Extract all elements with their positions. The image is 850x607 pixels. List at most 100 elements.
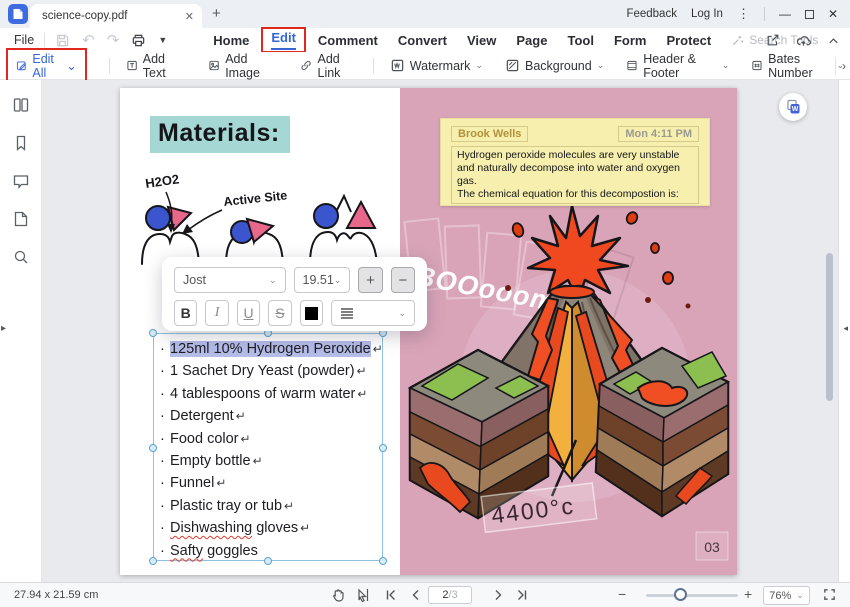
strikethrough-button[interactable]: S <box>268 300 291 326</box>
underline-button[interactable]: U <box>237 300 260 326</box>
materials-heading: Materials: <box>150 116 290 153</box>
pdf-page-right: BOOooom! <box>400 88 737 575</box>
more-menu-icon[interactable]: ⋮ <box>737 6 750 22</box>
print-icon[interactable] <box>131 33 146 48</box>
menu-item-comment[interactable]: Comment <box>308 31 388 50</box>
list-item[interactable]: ·Food color↵ <box>160 428 380 450</box>
sticky-note-comment[interactable]: Brook Wells Mon 4:11 PM Hydrogen peroxid… <box>440 118 710 206</box>
font-family-select[interactable]: Jost ⌄ <box>174 267 286 293</box>
collapse-panel-arrow[interactable]: ◂ <box>843 323 848 334</box>
customize-toolbar-icon[interactable]: ▼ <box>158 35 167 45</box>
undo-icon[interactable]: ↶ <box>82 33 95 48</box>
bookmarks-icon[interactable] <box>12 134 30 152</box>
zoom-level-select[interactable]: 76% ⌄ <box>763 586 810 605</box>
menu-item-form[interactable]: Form <box>604 31 657 50</box>
add-link-button[interactable]: Add Link <box>294 49 363 83</box>
chevron-down-icon: ⌄ <box>722 60 730 71</box>
alignment-select[interactable]: ⌄ <box>331 300 415 326</box>
chevron-down-icon: ⌄ <box>398 308 406 319</box>
fit-screen-icon[interactable] <box>822 587 837 602</box>
login-link[interactable]: Log In <box>691 8 723 20</box>
cloud-upload-icon[interactable] <box>796 33 811 48</box>
maximize-button[interactable] <box>805 10 814 19</box>
comments-icon[interactable] <box>12 172 30 190</box>
edit-all-button[interactable]: Edit All ⌄ <box>6 48 87 84</box>
menu-item-convert[interactable]: Convert <box>388 31 457 50</box>
bullet: · <box>160 383 170 405</box>
decrease-size-button[interactable]: − <box>391 267 415 293</box>
convert-to-word-button[interactable]: W <box>779 93 807 121</box>
menu-item-home[interactable]: Home <box>203 31 259 50</box>
new-tab-button[interactable]: + <box>212 5 221 22</box>
divider <box>764 7 765 21</box>
chevron-down-icon: ⌄ <box>597 60 605 71</box>
increase-size-button[interactable]: + <box>358 267 382 293</box>
open-external-icon[interactable] <box>766 33 780 47</box>
add-text-button[interactable]: Add Text <box>120 49 188 83</box>
add-text-label: Add Text <box>143 52 182 80</box>
attachments-icon[interactable] <box>12 210 30 228</box>
vertical-scrollbar[interactable] <box>826 253 833 401</box>
watermark-button[interactable]: Watermark ⌄ <box>384 55 489 76</box>
last-page-button[interactable] <box>514 587 530 603</box>
list-item[interactable]: ·1 Sachet Dry Yeast (powder)↵ <box>160 360 380 382</box>
previous-page-button[interactable] <box>408 587 424 603</box>
resize-handle[interactable] <box>379 557 387 565</box>
menu-item-tool[interactable]: Tool <box>557 31 603 50</box>
zoom-slider-knob[interactable] <box>674 588 687 601</box>
list-text: gloves <box>252 520 298 536</box>
resize-handle[interactable] <box>149 557 157 565</box>
resize-handle[interactable] <box>379 444 387 452</box>
search-icon[interactable] <box>12 248 30 266</box>
zoom-out-button[interactable]: − <box>618 586 626 602</box>
tab-close-icon[interactable]: ✕ <box>185 10 194 23</box>
background-button[interactable]: Background ⌄ <box>499 55 610 76</box>
list-item[interactable]: ·4 tablespoons of warm water↵ <box>160 383 380 405</box>
collapse-ribbon-icon[interactable] <box>827 34 840 47</box>
minimize-button[interactable]: — <box>779 7 791 21</box>
document-workspace: ▸ Materials: H2O2 Ac <box>0 80 850 582</box>
first-page-button[interactable] <box>383 587 399 603</box>
bold-button[interactable]: B <box>174 300 197 326</box>
menu-item-view[interactable]: View <box>457 31 506 50</box>
resize-handle[interactable] <box>149 329 157 337</box>
next-page-button[interactable] <box>490 587 506 603</box>
list-item[interactable]: ·Plastic tray or tub↵ <box>160 495 380 517</box>
list-text: Detergent <box>170 408 234 424</box>
resize-handle[interactable] <box>149 444 157 452</box>
list-item[interactable]: ·Detergent↵ <box>160 405 380 427</box>
list-text: goggles <box>203 543 258 559</box>
menu-item-page[interactable]: Page <box>506 31 557 50</box>
thumbnails-icon[interactable] <box>12 96 30 114</box>
zoom-in-button[interactable]: + <box>744 586 752 602</box>
list-item[interactable]: ·Funnel↵ <box>160 472 380 494</box>
note-body-text[interactable]: Hydrogen peroxide molecules are very uns… <box>451 146 699 204</box>
save-icon[interactable] <box>55 33 70 48</box>
hand-tool-icon[interactable] <box>330 587 346 603</box>
list-item[interactable]: ·Dishwashing gloves↵ <box>160 517 380 539</box>
close-window-button[interactable]: ✕ <box>828 7 838 21</box>
feedback-link[interactable]: Feedback <box>626 8 677 20</box>
more-tools-arrow[interactable]: › <box>835 57 846 75</box>
font-color-button[interactable] <box>300 300 323 326</box>
document-tab[interactable]: science-copy.pdf ✕ <box>30 4 202 28</box>
navigation-sidebar <box>0 80 42 582</box>
page-number-input[interactable]: 2/3 <box>428 586 472 604</box>
file-menu[interactable]: File <box>14 33 34 47</box>
header-footer-button[interactable]: Header & Footer ⌄ <box>620 49 735 83</box>
resize-handle[interactable] <box>264 557 272 565</box>
menu-item-edit[interactable]: Edit <box>271 30 296 45</box>
selected-text-box[interactable]: ·125ml 10% Hydrogen Peroxide↵ ·1 Sachet … <box>153 333 383 561</box>
list-item[interactable]: ·125ml 10% Hydrogen Peroxide↵ <box>160 338 380 360</box>
select-tool-icon[interactable] <box>356 587 372 603</box>
note-author: Brook Wells <box>451 126 528 142</box>
font-size-select[interactable]: 19.51 ⌄ <box>294 267 351 293</box>
zoom-slider[interactable] <box>646 594 738 597</box>
add-image-button[interactable]: Add Image <box>202 49 280 83</box>
expand-panel-arrow[interactable]: ▸ <box>1 323 6 334</box>
menu-item-protect[interactable]: Protect <box>656 31 721 50</box>
redo-icon[interactable]: ↷ <box>107 33 120 48</box>
list-item[interactable]: ·Empty bottle↵ <box>160 450 380 472</box>
italic-button[interactable]: I <box>205 300 228 326</box>
color-swatch <box>305 307 318 320</box>
